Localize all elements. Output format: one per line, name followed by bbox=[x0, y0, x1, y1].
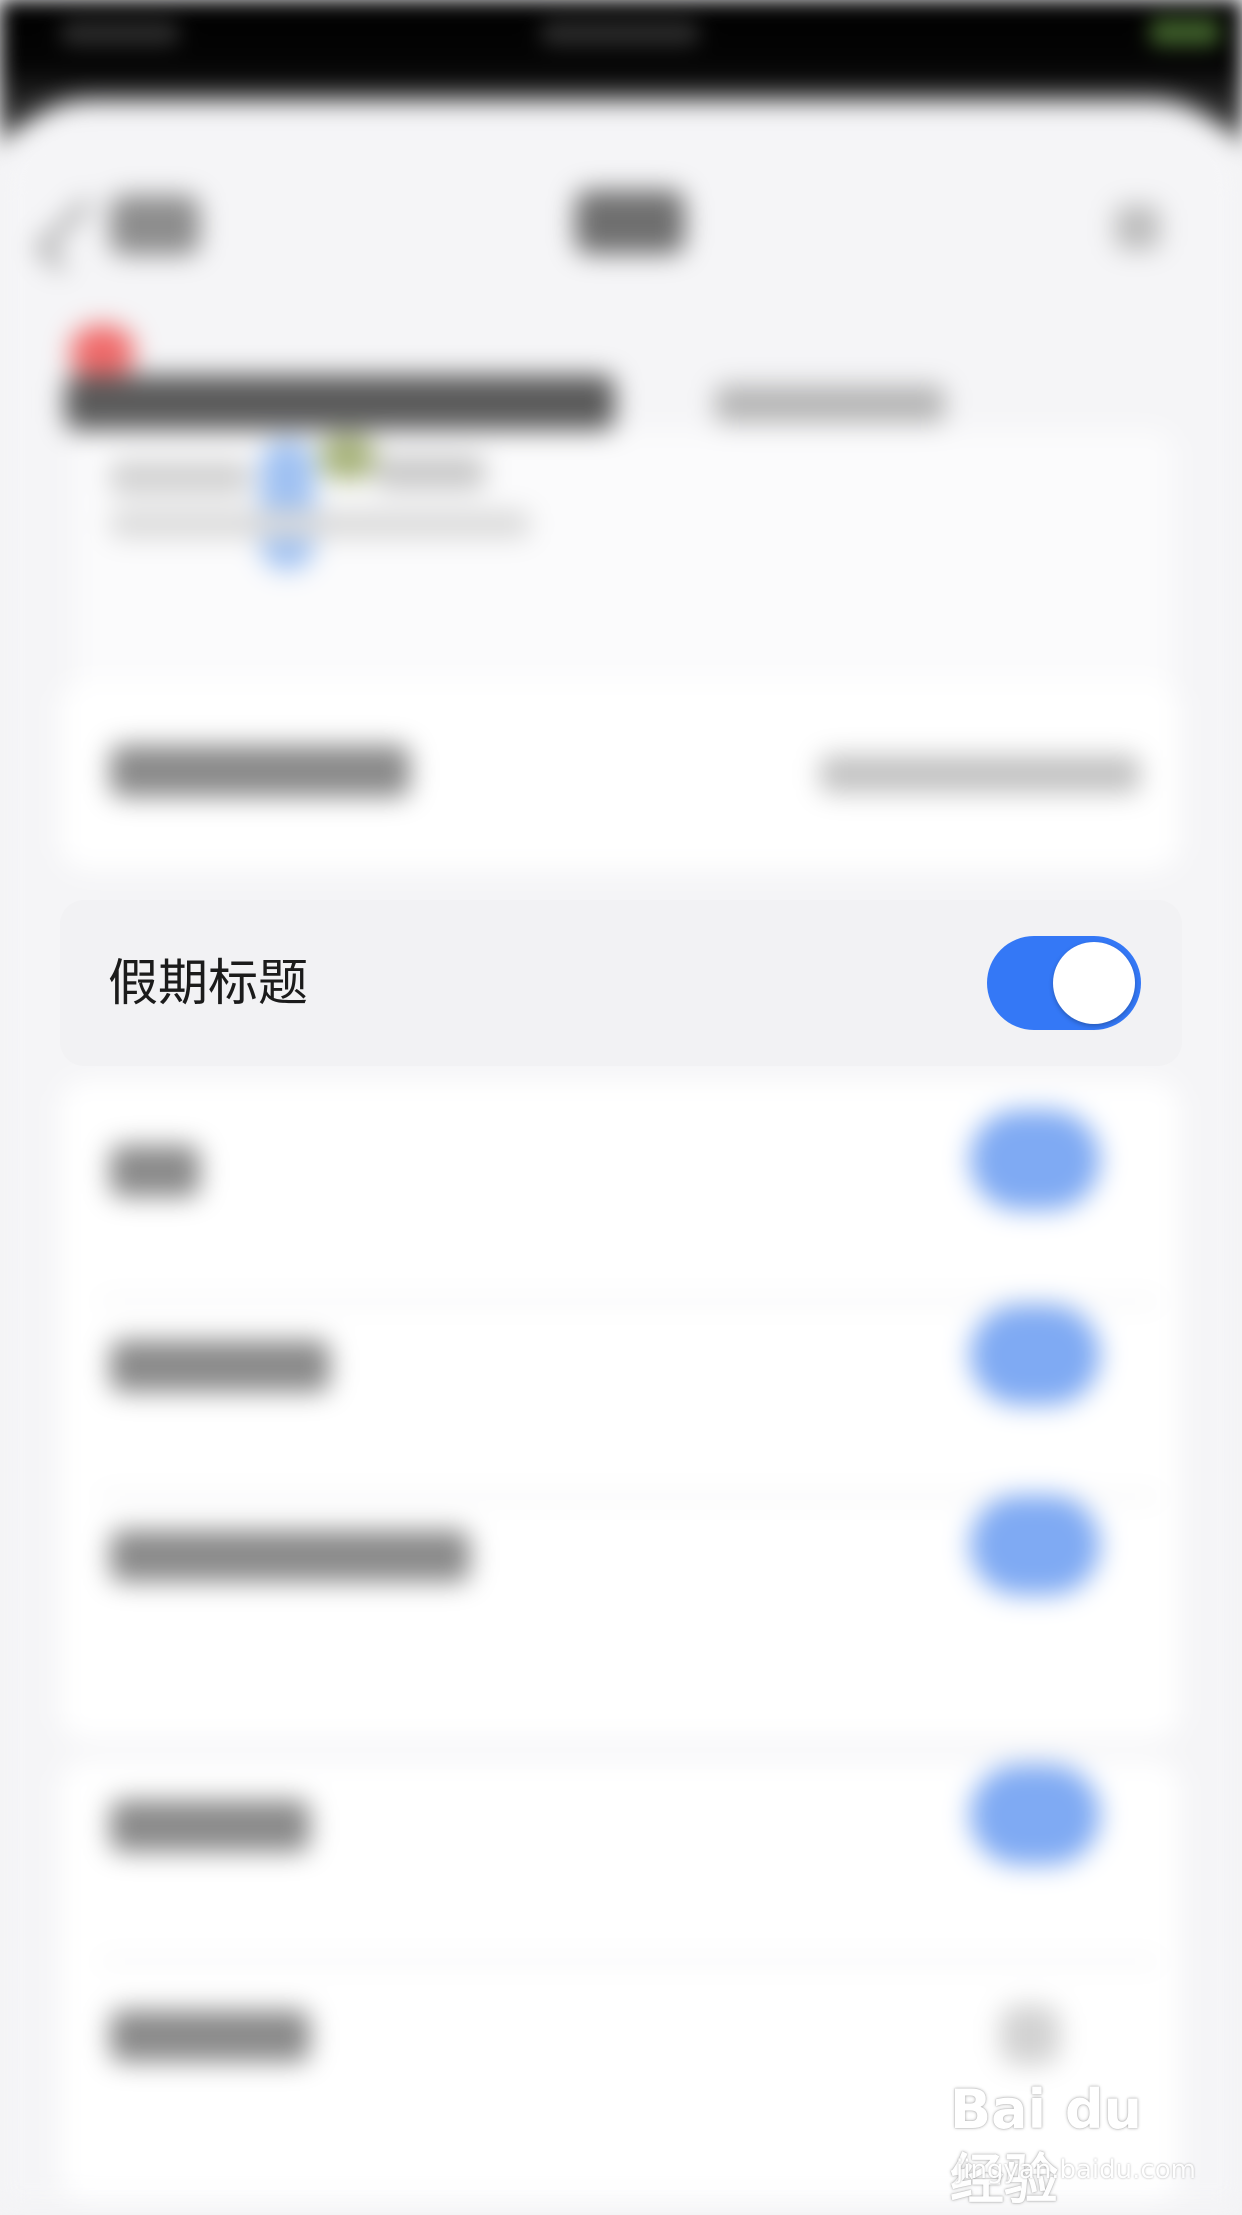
divider bbox=[100, 1960, 1160, 1963]
row-arrow-icon bbox=[1000, 2005, 1060, 2065]
row-label bbox=[110, 2010, 310, 2062]
row-label bbox=[110, 1145, 200, 1197]
watermark-url: jingyan.baidu.com bbox=[956, 2155, 1196, 2185]
back-chevron-icon[interactable] bbox=[35, 198, 109, 272]
preview-text bbox=[110, 460, 250, 495]
row-toggle[interactable] bbox=[970, 1765, 1100, 1865]
headline-text bbox=[65, 375, 615, 430]
red-badge bbox=[70, 325, 135, 380]
toggle-knob[interactable] bbox=[1053, 942, 1135, 1024]
more-icon[interactable] bbox=[1115, 205, 1160, 250]
preview-text bbox=[110, 510, 530, 538]
divider bbox=[100, 1300, 1160, 1303]
row-label bbox=[110, 1800, 310, 1852]
headline-secondary-text bbox=[715, 385, 945, 423]
row-value bbox=[820, 755, 1140, 793]
holiday-title-label: 假期标题 bbox=[108, 954, 308, 1012]
row-toggle[interactable] bbox=[970, 1495, 1100, 1595]
preview-green-mark bbox=[320, 435, 375, 480]
baidu-logo: Bai du 经验 bbox=[950, 2078, 1143, 2211]
row-label bbox=[110, 1340, 330, 1392]
row-toggle[interactable] bbox=[970, 1110, 1100, 1210]
row-toggle[interactable] bbox=[970, 1305, 1100, 1405]
row-label bbox=[110, 745, 410, 797]
battery-icon bbox=[1150, 18, 1220, 46]
back-button[interactable] bbox=[110, 195, 200, 255]
status-notch bbox=[540, 20, 700, 46]
holiday-title-toggle[interactable] bbox=[987, 936, 1141, 1030]
baidu-jingyan-watermark: Bai du 经验 jingyan.baidu.com bbox=[950, 2075, 1210, 2211]
holiday-title-setting-row[interactable]: 假期标题 bbox=[60, 900, 1182, 1066]
row-label bbox=[110, 1530, 470, 1582]
blurred-background-screen bbox=[0, 100, 1242, 2208]
status-time bbox=[60, 20, 180, 46]
preview-text bbox=[375, 455, 485, 490]
preview-blue-mark bbox=[260, 440, 315, 570]
nav-title bbox=[575, 190, 685, 254]
